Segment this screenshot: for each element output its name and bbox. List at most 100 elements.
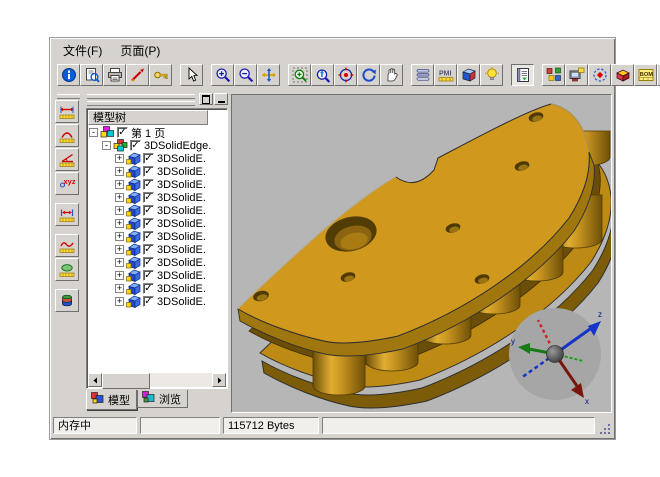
toolbar-gripper[interactable]	[57, 94, 80, 99]
layers-button[interactable]	[411, 64, 434, 86]
measure-volume-button[interactable]	[55, 289, 79, 312]
page-magnifier-icon	[84, 67, 100, 83]
select-button[interactable]	[180, 64, 203, 86]
expand-icon[interactable]: +	[115, 193, 124, 202]
expand-icon[interactable]: +	[115, 245, 124, 254]
part-checkbox[interactable]: ✓	[143, 218, 154, 229]
scroll-right-button[interactable]	[212, 373, 226, 387]
tab-browse[interactable]: 浏览	[137, 390, 188, 408]
magnifier-plus-icon	[215, 67, 231, 83]
permissions-button[interactable]	[149, 64, 172, 86]
part-capture-button[interactable]	[565, 64, 588, 86]
expand-icon[interactable]: +	[115, 167, 124, 176]
toolbar-separator	[55, 227, 82, 234]
assembly-node-icon	[113, 139, 128, 152]
part-checkbox[interactable]: ✓	[143, 283, 154, 294]
menu-file[interactable]: 文件(F)	[54, 40, 111, 61]
expand-icon[interactable]: +	[115, 219, 124, 228]
bom-button[interactable]	[634, 64, 657, 86]
info-button[interactable]	[57, 64, 80, 86]
redline-button[interactable]	[126, 64, 149, 86]
part-node-icon	[126, 295, 141, 308]
expand-icon[interactable]: +	[115, 284, 124, 293]
collapse-icon[interactable]: -	[89, 128, 98, 137]
tree-item-part[interactable]: + ✓ 3DSolidE.	[89, 191, 225, 204]
tree-item-part[interactable]: + ✓ 3DSolidE.	[89, 243, 225, 256]
measure-area-button[interactable]	[55, 258, 79, 281]
viewport-3d[interactable]: z x y	[231, 94, 612, 413]
panel-restore-button[interactable]	[199, 93, 213, 105]
scroll-left-button[interactable]	[88, 373, 102, 387]
measure-min-distance-button[interactable]	[55, 203, 79, 226]
part-checkbox[interactable]: ✓	[143, 166, 154, 177]
rotate-view-button[interactable]	[357, 64, 380, 86]
panel-gripper[interactable]	[87, 94, 195, 108]
print-preview-button[interactable]	[80, 64, 103, 86]
menu-page[interactable]: 页面(P)	[111, 40, 169, 61]
part-checkbox[interactable]: ✓	[143, 192, 154, 203]
zoom-window-button[interactable]	[288, 64, 311, 86]
expand-icon[interactable]: +	[115, 271, 124, 280]
panel-minimize-button[interactable]	[214, 93, 228, 105]
tab-model[interactable]: 模型	[86, 390, 137, 410]
tree-item-part[interactable]: + ✓ 3DSolidE.	[89, 217, 225, 230]
page-checkbox[interactable]: ✓	[117, 127, 128, 138]
measure-curve-button[interactable]	[55, 234, 79, 257]
measure-arc-button[interactable]	[55, 124, 79, 147]
tree-item-part[interactable]: + ✓ 3DSolidE.	[89, 256, 225, 269]
tree-item-part[interactable]: + ✓ 3DSolidE.	[89, 295, 225, 308]
tree-item-page[interactable]: - ✓ 第 1 页	[89, 126, 225, 139]
zoom-dynamic-button[interactable]	[311, 64, 334, 86]
part-checkbox[interactable]: ✓	[143, 270, 154, 281]
tree-item-part[interactable]: + ✓ 3DSolidE.	[89, 230, 225, 243]
assembly-checkbox[interactable]: ✓	[130, 140, 141, 151]
measure-coordinate-button[interactable]	[55, 172, 79, 195]
expand-icon[interactable]: +	[115, 258, 124, 267]
zoom-out-button[interactable]	[234, 64, 257, 86]
tree-item-part[interactable]: + ✓ 3DSolidE.	[89, 165, 225, 178]
part-checkbox[interactable]: ✓	[143, 244, 154, 255]
hand-button[interactable]	[380, 64, 403, 86]
solid-section-button[interactable]	[611, 64, 634, 86]
part-checkbox[interactable]: ✓	[143, 179, 154, 190]
assembly-structure-button[interactable]	[542, 64, 565, 86]
material-button[interactable]	[457, 64, 480, 86]
circular-arrow-icon	[361, 67, 377, 83]
part-checkbox[interactable]: ✓	[143, 231, 154, 242]
measure-distance-button[interactable]	[55, 100, 79, 123]
part-checkbox[interactable]: ✓	[143, 205, 154, 216]
expand-icon[interactable]: +	[115, 206, 124, 215]
measure-angle-button[interactable]	[55, 148, 79, 171]
tree-item-part[interactable]: + ✓ 3DSolidE.	[89, 178, 225, 191]
expand-icon[interactable]: +	[115, 297, 124, 306]
tree-item-part[interactable]: + ✓ 3DSolidE.	[89, 282, 225, 295]
zoom-in-button[interactable]	[211, 64, 234, 86]
lighting-button[interactable]	[480, 64, 503, 86]
horizontal-scrollbar[interactable]	[88, 373, 226, 387]
part-checkbox[interactable]: ✓	[143, 257, 154, 268]
explode-view-button[interactable]	[588, 64, 611, 86]
tree-item-assembly[interactable]: - ✓ 3DSolidEdge.	[89, 139, 225, 152]
expand-icon[interactable]: +	[115, 232, 124, 241]
tree-item-part[interactable]: + ✓ 3DSolidE.	[89, 204, 225, 217]
green-magnifier-icon	[292, 67, 308, 83]
scrollbar-track[interactable]	[150, 373, 212, 387]
tree-item-part[interactable]: + ✓ 3DSolidE.	[89, 152, 225, 165]
print-button[interactable]	[103, 64, 126, 86]
collapse-icon[interactable]: -	[102, 141, 111, 150]
expand-icon[interactable]: +	[115, 180, 124, 189]
magnifier-minus-icon	[238, 67, 254, 83]
tree-item-part[interactable]: + ✓ 3DSolidE.	[89, 269, 225, 282]
pmi-button[interactable]	[434, 64, 457, 86]
dashed-circle-icon	[592, 67, 608, 83]
notebook-button[interactable]	[511, 64, 534, 86]
expand-icon[interactable]: +	[115, 154, 124, 163]
tree-item-label: 3DSolidE.	[157, 283, 206, 295]
resize-grip[interactable]	[598, 422, 612, 436]
tree-header: 模型树	[88, 110, 208, 125]
scrollbar-thumb[interactable]	[102, 373, 150, 389]
part-checkbox[interactable]: ✓	[143, 153, 154, 164]
pan-button[interactable]	[257, 64, 280, 86]
rotate-center-button[interactable]	[334, 64, 357, 86]
part-checkbox[interactable]: ✓	[143, 296, 154, 307]
